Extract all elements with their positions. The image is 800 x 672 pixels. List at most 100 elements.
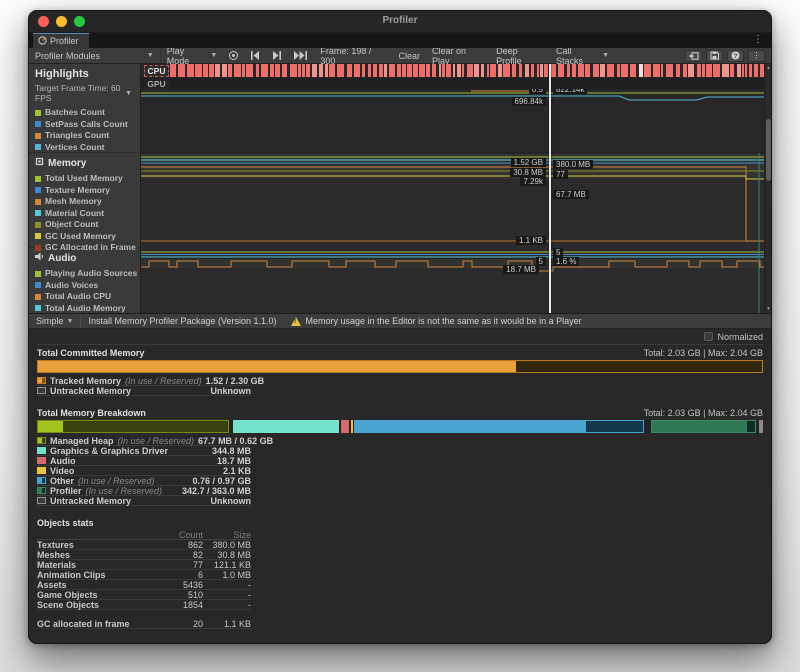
highlights-title: Highlights	[35, 68, 140, 80]
save-profile-icon[interactable]	[706, 50, 723, 62]
memory-legend-row[interactable]: Untracked MemoryUnknown	[37, 386, 251, 396]
chart-series-toggle[interactable]: Total Audio CPU	[35, 292, 140, 301]
selected-frame-indicator[interactable]	[549, 64, 551, 313]
memory-legend-row[interactable]: Graphics & Graphics Driver344.8 MB	[37, 446, 251, 456]
object-stat-value: 77	[151, 560, 203, 569]
memory-legend-row[interactable]: Tracked Memory(In use / Reserved)1.52 / …	[37, 376, 251, 386]
normalized-checkbox[interactable]	[704, 332, 713, 341]
clear-button[interactable]: Clear	[393, 48, 427, 63]
chart-series-toggle[interactable]: Material Count	[35, 209, 140, 218]
chart-series-toggle[interactable]: GC Allocated in Frame	[35, 243, 140, 252]
chart-series-toggle[interactable]: Batches Count	[35, 108, 140, 117]
profiler-window: Profiler Profiler ⋮ Profiler Modules▼ Pl…	[28, 10, 772, 644]
committed-memory-total: Total: 2.03 GB | Max: 2.04 GB	[644, 348, 763, 358]
chevron-down-icon: ▼	[210, 52, 217, 59]
series-color-swatch	[35, 176, 41, 182]
previous-frame-button[interactable]	[244, 48, 266, 63]
series-color-swatch	[35, 305, 41, 311]
tab-profiler[interactable]: Profiler	[33, 33, 89, 48]
memory-breakdown-header: Total Memory Breakdown Total: 2.03 GB | …	[37, 404, 763, 418]
cpu-row-label[interactable]: CPU	[144, 65, 169, 77]
objects-stats-row[interactable]: Animation Clips61.0 MB	[37, 570, 251, 580]
memory-breakdown-segment[interactable]	[37, 420, 229, 433]
gc-allocated-row[interactable]: GC allocated in frame 20 1.1 KB	[37, 619, 251, 629]
memory-breakdown-segment[interactable]	[233, 420, 339, 433]
memory-view-mode-dropdown[interactable]: Simple▼	[29, 314, 81, 328]
memory-legend-row[interactable]: Untracked MemoryUnknown	[37, 496, 251, 506]
chart-series-toggle[interactable]: Mesh Memory	[35, 197, 140, 206]
objects-stats-row[interactable]: Meshes8230.8 MB	[37, 550, 251, 560]
object-type-label: Meshes	[37, 550, 151, 559]
modules-sidebar: Highlights Target Frame Time: 60 FPS ▼ B…	[29, 64, 141, 313]
chart-series-toggle[interactable]: GC Used Memory	[35, 232, 140, 241]
scroll-down-icon[interactable]: ▼	[765, 306, 772, 312]
memory-breakdown-segment[interactable]	[341, 420, 349, 433]
memory-legend-row[interactable]: Audio18.7 MB	[37, 456, 251, 466]
chart-value-label: 1.6 %	[553, 257, 579, 266]
chart-series-toggle[interactable]: SetPass Calls Count	[35, 120, 140, 129]
install-memory-profiler-button[interactable]: Install Memory Profiler Package (Version…	[81, 314, 283, 328]
chart-scrollbar[interactable]: ▲ ▼	[764, 64, 771, 313]
chart-series-toggle[interactable]: Total Used Memory	[35, 174, 140, 183]
chart-value-label: 30.8 MB	[510, 168, 546, 177]
profiler-modules-dropdown[interactable]: Profiler Modules▼	[29, 48, 161, 63]
memory-view-toolbar: Simple▼ Install Memory Profiler Package …	[29, 313, 771, 329]
chart-series-toggle[interactable]: Vertices Count	[35, 143, 140, 152]
series-color-swatch	[35, 133, 41, 139]
chart-series-toggle[interactable]: Playing Audio Sources	[35, 269, 140, 278]
committed-inuse-fill	[38, 361, 516, 372]
current-frame-button[interactable]	[288, 48, 314, 63]
deep-profile-toggle[interactable]: Deep Profile	[490, 48, 550, 63]
legend-label: Audio	[50, 456, 76, 466]
legend-value: 1.52 / 2.30 GB	[206, 376, 265, 386]
scrollbar-thumb[interactable]	[766, 119, 771, 181]
object-stat-value: -	[203, 580, 251, 589]
memory-breakdown-segment[interactable]	[354, 420, 644, 433]
next-frame-button[interactable]	[266, 48, 288, 63]
objects-stats-row[interactable]: Game Objects510-	[37, 590, 251, 600]
memory-breakdown-segment[interactable]	[351, 420, 353, 433]
load-profile-icon[interactable]	[685, 50, 702, 62]
titlebar[interactable]: Profiler	[29, 11, 771, 33]
chart-value-label: 5	[553, 248, 563, 257]
objects-stats-title: Objects stats	[37, 518, 763, 530]
memory-module[interactable]: Memory Total Used MemoryTexture MemoryMe…	[29, 153, 140, 248]
memory-legend-row[interactable]: Managed Heap(In use / Reserved)67.7 MB /…	[37, 436, 251, 446]
series-label: Total Used Memory	[45, 174, 123, 183]
clear-on-play-toggle[interactable]: Clear on Play	[426, 48, 490, 63]
highlights-module[interactable]: Highlights Target Frame Time: 60 FPS ▼ B…	[29, 64, 140, 153]
tab-row-menu-icon[interactable]: ⋮	[753, 34, 763, 45]
context-menu-icon[interactable]: ⋮	[748, 50, 765, 62]
chart-series-toggle[interactable]: Texture Memory	[35, 186, 140, 195]
object-type-label: Textures	[37, 540, 151, 549]
chevron-down-icon: ▼	[125, 90, 132, 97]
objects-stats-row[interactable]: Textures862380.0 MB	[37, 540, 251, 550]
memory-breakdown-segment[interactable]	[651, 420, 756, 433]
legend-label: Tracked Memory	[50, 376, 121, 386]
memory-breakdown-segment[interactable]	[759, 420, 763, 433]
segment-inuse-fill	[355, 421, 586, 432]
objects-stats-row[interactable]: Assets5436-	[37, 580, 251, 590]
objects-stats-row[interactable]: Scene Objects1854-	[37, 600, 251, 610]
record-button[interactable]	[223, 48, 244, 63]
memory-legend-row[interactable]: Profiler(In use / Reserved)342.7 / 363.0…	[37, 486, 251, 496]
committed-memory-bar[interactable]	[37, 360, 763, 373]
object-stat-value: 121.1 KB	[203, 560, 251, 569]
objects-stats-row[interactable]: Materials77121.1 KB	[37, 560, 251, 570]
memory-legend-row[interactable]: Other(In use / Reserved)0.76 / 0.97 GB	[37, 476, 251, 486]
call-stacks-dropdown[interactable]: Call Stacks▼	[550, 48, 615, 63]
gpu-row-label[interactable]: GPU	[144, 79, 169, 89]
chart-canvas[interactable]: CPU GPU 0.5822.14k696.84k1.52 GB380.0 MB…	[141, 64, 764, 313]
help-icon[interactable]: ?	[727, 50, 744, 62]
chart-series-toggle[interactable]: Total Audio Memory	[35, 304, 140, 313]
chart-series-toggle[interactable]: Object Count	[35, 220, 140, 229]
audio-module[interactable]: Audio Playing Audio Sources Audio Voices T…	[29, 248, 140, 313]
chart-series-toggle[interactable]: Triangles Count	[35, 131, 140, 140]
play-mode-dropdown[interactable]: Play Mode▼	[161, 48, 224, 63]
memory-breakdown-bar[interactable]	[37, 420, 763, 433]
audio-title: Audio	[48, 253, 76, 264]
scroll-up-icon[interactable]: ▲	[765, 65, 772, 71]
target-frame-time-dropdown[interactable]: Target Frame Time: 60 FPS ▼	[35, 83, 140, 103]
memory-legend-row[interactable]: Video2.1 KB	[37, 466, 251, 476]
chart-series-toggle[interactable]: Audio Voices	[35, 281, 140, 290]
